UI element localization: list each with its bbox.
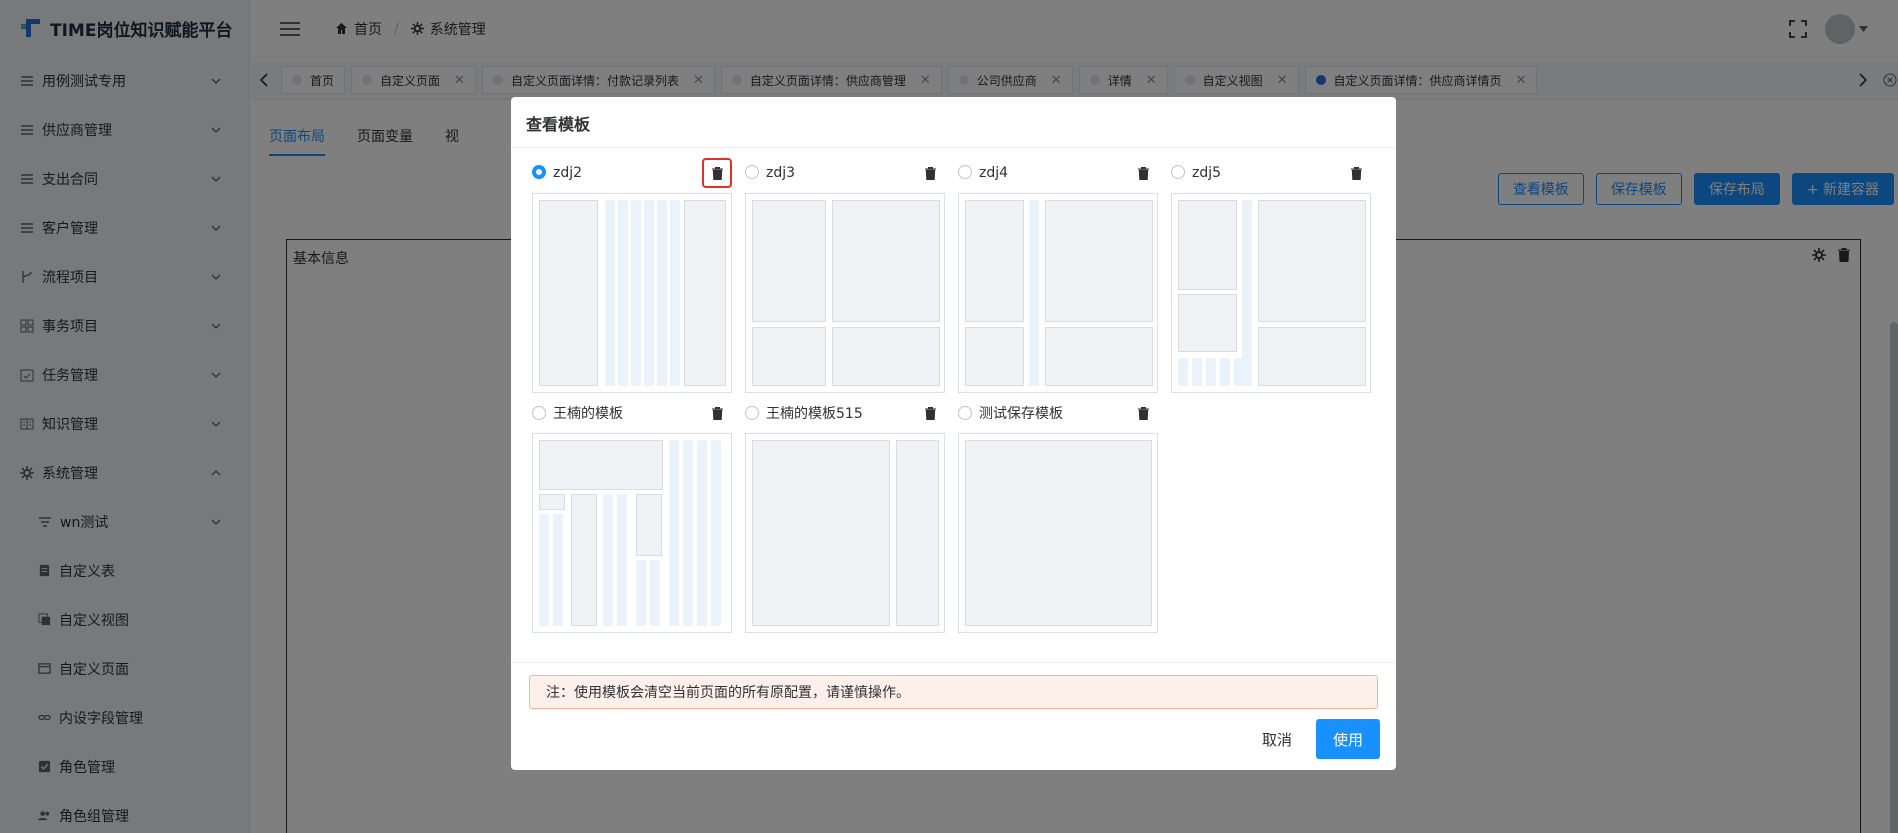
preview-block bbox=[832, 327, 940, 386]
preview-grid bbox=[618, 200, 628, 386]
preview-block bbox=[896, 440, 939, 626]
template-radio[interactable]: 王楠的模板 bbox=[532, 403, 623, 423]
delete-template-button[interactable] bbox=[915, 158, 945, 188]
preview-block bbox=[965, 440, 1152, 626]
preview-grid bbox=[636, 560, 664, 626]
preview-grid bbox=[1220, 358, 1230, 386]
preview-block bbox=[539, 200, 598, 386]
trash-icon bbox=[1137, 166, 1149, 180]
preview-block bbox=[965, 327, 1024, 386]
use-template-button[interactable]: 使用 bbox=[1316, 719, 1380, 759]
trash-icon bbox=[711, 166, 723, 180]
template-radio[interactable]: 测试保存模板 bbox=[958, 403, 1063, 423]
template-name: 王楠的模板515 bbox=[766, 406, 863, 422]
template-radio[interactable]: zdj4 bbox=[958, 165, 1008, 181]
preview-grid bbox=[1178, 358, 1188, 386]
preview-block bbox=[571, 494, 597, 626]
template-preview[interactable] bbox=[958, 193, 1158, 393]
preview-block bbox=[752, 327, 826, 386]
trash-icon bbox=[1137, 406, 1149, 420]
delete-template-button[interactable] bbox=[1128, 158, 1158, 188]
template-card[interactable]: zdj5 bbox=[1171, 159, 1371, 393]
preview-block bbox=[832, 200, 940, 322]
divider bbox=[511, 662, 1396, 663]
template-card[interactable]: zdj2 bbox=[532, 158, 732, 393]
divider bbox=[511, 147, 1396, 148]
template-preview[interactable] bbox=[532, 433, 732, 633]
preview-block bbox=[1258, 200, 1366, 322]
trash-icon bbox=[924, 406, 936, 420]
template-preview[interactable] bbox=[745, 433, 945, 633]
preview-grid bbox=[603, 494, 631, 626]
template-card[interactable]: 王楠的模板515 bbox=[745, 399, 945, 633]
delete-template-button[interactable] bbox=[1341, 158, 1371, 188]
radio-unselected[interactable] bbox=[745, 406, 759, 420]
preview-block bbox=[752, 440, 890, 626]
template-name: zdj4 bbox=[979, 165, 1009, 181]
template-card[interactable]: zdj4 bbox=[958, 159, 1158, 393]
radio-unselected[interactable] bbox=[1171, 165, 1185, 179]
preview-block bbox=[636, 494, 662, 556]
preview-grid bbox=[631, 200, 641, 386]
radio-unselected[interactable] bbox=[532, 406, 546, 420]
dialog-title: 查看模板 bbox=[526, 115, 591, 134]
preview-grid bbox=[1206, 358, 1216, 386]
preview-block bbox=[1045, 327, 1153, 386]
preview-block bbox=[539, 494, 565, 510]
preview-block bbox=[1178, 200, 1237, 290]
radio-unselected[interactable] bbox=[745, 165, 759, 179]
template-dialog: 查看模板 zdj2 zdj3 zdj4 zdj5 王楠的模板 王楠的模板515 … bbox=[511, 97, 1396, 770]
radio-unselected[interactable] bbox=[958, 165, 972, 179]
preview-block bbox=[684, 200, 726, 386]
preview-grid bbox=[657, 200, 667, 386]
delete-template-button[interactable] bbox=[702, 398, 732, 428]
template-preview[interactable] bbox=[958, 433, 1158, 633]
preview-grid bbox=[605, 200, 615, 386]
template-card[interactable]: 王楠的模板 bbox=[532, 399, 732, 633]
delete-template-button[interactable] bbox=[915, 398, 945, 428]
template-card[interactable]: 测试保存模板 bbox=[958, 399, 1158, 633]
preview-grid bbox=[1029, 200, 1039, 386]
trash-icon bbox=[924, 166, 936, 180]
warning-note: 注：使用模板会清空当前页面的所有原配置，请谨慎操作。 bbox=[529, 675, 1378, 709]
preview-block bbox=[539, 440, 663, 490]
cancel-button[interactable]: 取消 bbox=[1262, 729, 1292, 750]
template-radio[interactable]: zdj2 bbox=[532, 165, 582, 181]
template-name: zdj5 bbox=[1192, 165, 1222, 181]
template-radio[interactable]: zdj5 bbox=[1171, 165, 1221, 181]
template-preview[interactable] bbox=[532, 193, 732, 393]
trash-icon bbox=[1350, 166, 1362, 180]
trash-icon bbox=[711, 406, 723, 420]
template-name: 测试保存模板 bbox=[979, 406, 1063, 422]
template-card[interactable]: zdj3 bbox=[745, 159, 945, 393]
preview-grid bbox=[644, 200, 654, 386]
template-preview[interactable] bbox=[1171, 193, 1371, 393]
preview-grid bbox=[1242, 200, 1252, 386]
template-name: zdj3 bbox=[766, 165, 796, 181]
template-radio[interactable]: 王楠的模板515 bbox=[745, 403, 863, 423]
preview-grid bbox=[539, 514, 565, 626]
preview-grid bbox=[669, 440, 725, 626]
preview-grid bbox=[670, 200, 680, 386]
preview-block bbox=[965, 200, 1024, 322]
preview-block bbox=[1045, 200, 1153, 322]
radio-unselected[interactable] bbox=[958, 406, 972, 420]
template-preview[interactable] bbox=[745, 193, 945, 393]
preview-block bbox=[752, 200, 826, 322]
delete-template-button[interactable] bbox=[702, 158, 732, 188]
delete-template-button[interactable] bbox=[1128, 398, 1158, 428]
template-radio[interactable]: zdj3 bbox=[745, 165, 795, 181]
preview-block bbox=[1178, 294, 1237, 352]
preview-grid bbox=[1192, 358, 1202, 386]
dialog-footer: 取消 使用 bbox=[1262, 719, 1380, 759]
template-name: 王楠的模板 bbox=[553, 406, 623, 422]
template-name: zdj2 bbox=[553, 165, 583, 181]
radio-selected[interactable] bbox=[532, 165, 546, 179]
preview-block bbox=[1258, 327, 1366, 386]
